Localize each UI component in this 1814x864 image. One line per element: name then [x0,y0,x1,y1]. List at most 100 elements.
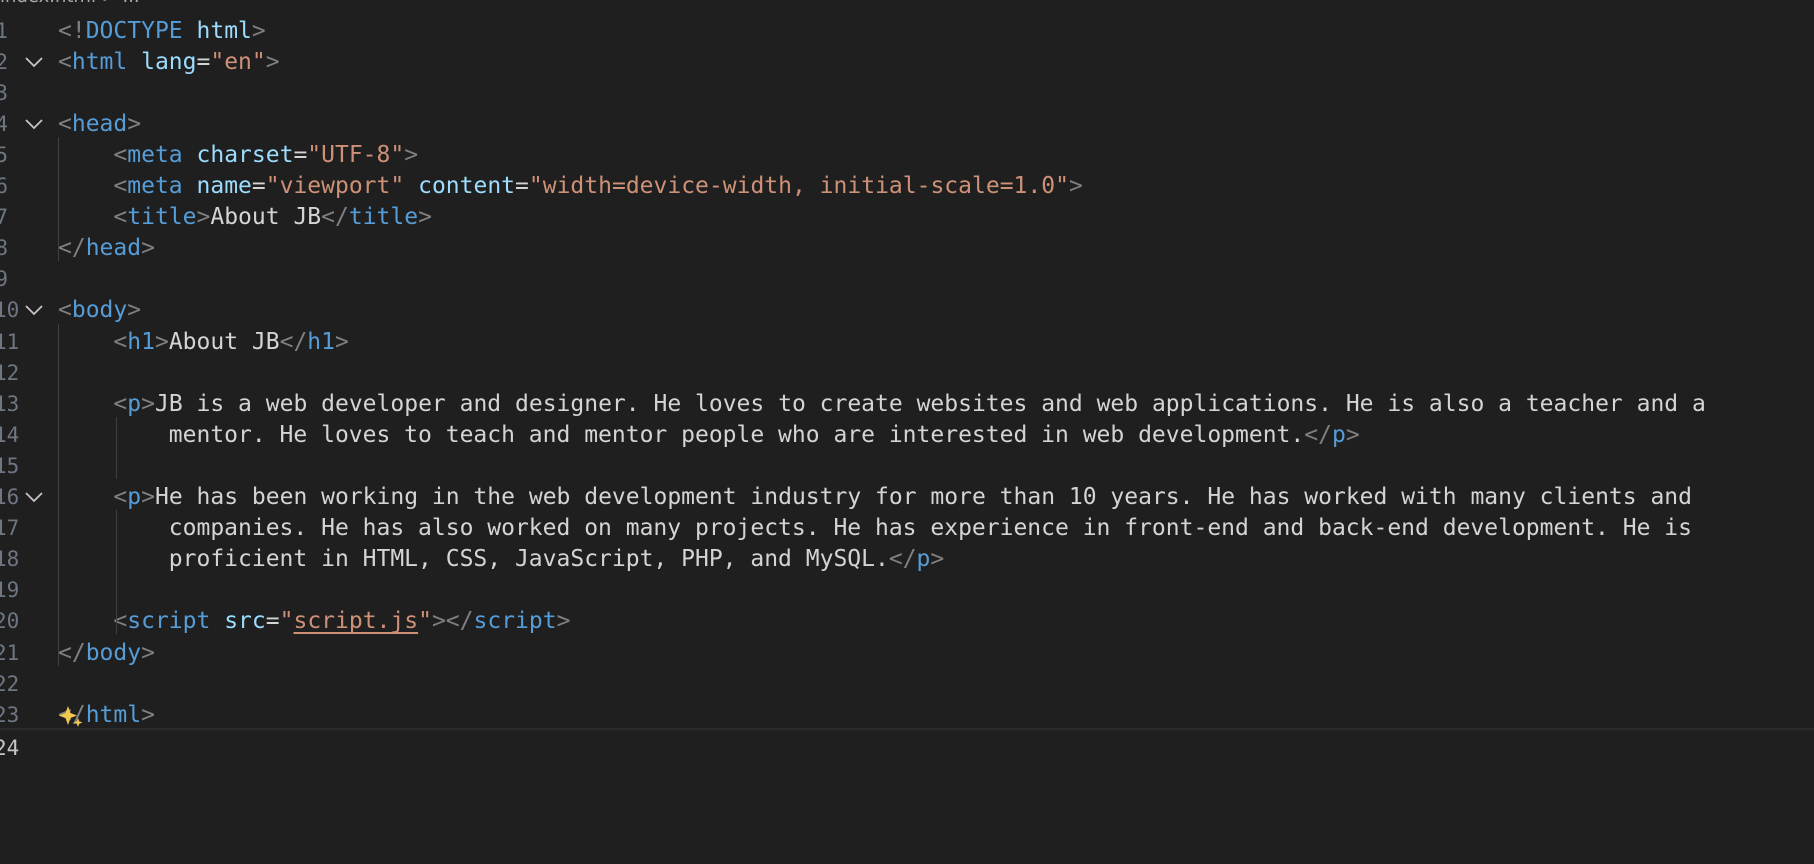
code-token: DOCTYPE [85,17,183,44]
code-token: > [154,328,169,355]
code-token: <! [58,17,86,44]
code-token: </ [321,204,349,231]
code-token: > [141,701,155,728]
code-token: < [113,141,128,168]
code-token: html [196,17,252,44]
code-token: > [930,546,945,573]
code-token: He has been working in the web developme… [154,484,1693,510]
code-token: = [515,173,529,199]
code-token: JB is a web developer and designer. He l… [154,390,1706,417]
code-token: < [58,110,72,137]
code-token: h1 [127,328,155,355]
code-token: = [265,608,280,635]
code-token: About JB [168,328,280,355]
sparkle-icon[interactable] [58,703,84,729]
chevron-down-icon[interactable] [24,491,44,503]
code-token: "UTF-8" [307,141,405,168]
code-token: < [58,297,72,324]
chevron-down-icon[interactable] [24,304,44,316]
code-token: "width=device-width, initial-scale=1.0" [528,173,1069,199]
code-token: = [196,48,211,75]
code-token: script [473,608,557,635]
code-token: "viewport" [265,173,405,199]
code-token: < [113,328,128,355]
code-line[interactable]: 24 [0,727,1814,764]
indent-guide [116,510,117,635]
code-token: " [418,608,432,635]
code-token: name [196,173,252,199]
code-token: html [85,701,142,728]
code-token: mentor. He loves to teach and mentor peo… [58,421,1305,448]
code-token: body [71,297,128,324]
code-token: p [916,546,931,573]
code-token: > [141,390,155,417]
code-token: > [196,204,211,231]
code-token: meta [127,173,183,199]
code-token: script [127,608,211,635]
code-token: ></ [431,608,474,635]
code-token: > [127,110,142,137]
code-editor[interactable]: 1 <!DOCTYPE html> 2 <html lang="en"> 3 4 <head… [0,0,1814,864]
code-token: head [71,110,128,137]
code-token: </ [58,639,86,666]
code-token: " [279,608,294,635]
code-token: < [113,484,128,510]
code-token: < [113,204,128,231]
code-token: script.js [293,608,419,635]
code-token: title [348,204,419,231]
code-token: > [141,639,155,666]
indent-guide [58,323,59,666]
code-token: </ [58,235,86,262]
code-token: </ [888,546,917,573]
code-token: > [556,608,571,635]
line-number: 24 [0,735,20,760]
code-token: companies. He has also worked on many pr… [58,515,1692,542]
code-token: p [127,390,142,417]
code-token: charset [196,141,294,168]
code-token: > [404,141,419,168]
code-token: > [265,48,280,75]
code-token: html [71,48,128,75]
code-token: content [418,173,516,199]
code-token: head [85,235,142,262]
code-token: About JB [210,204,322,231]
code-token: title [127,204,197,231]
code-token: > [418,204,432,231]
code-token: < [58,48,72,75]
code-token: > [1345,421,1360,448]
code-token: > [1068,173,1083,199]
code-token: = [251,173,266,199]
code-token: > [141,235,155,262]
code-token: proficient in HTML, CSS, JavaScript, PHP… [58,546,889,573]
code-token: < [113,173,128,199]
code-token: > [251,17,266,44]
code-token: > [335,328,349,355]
code-token: lang [141,48,197,75]
code-token: body [85,639,142,666]
code-token: p [127,484,142,510]
indent-guide [58,136,59,262]
code-token: > [141,484,155,510]
chevron-down-icon[interactable] [24,56,44,68]
code-token: meta [127,141,183,168]
indent-guide [116,416,117,479]
chevron-down-icon[interactable] [24,118,44,130]
code-token: "en" [210,48,266,75]
code-token: src [224,608,266,635]
code-token: = [293,141,308,168]
code-token: > [127,297,142,324]
code-token: </ [279,328,308,355]
